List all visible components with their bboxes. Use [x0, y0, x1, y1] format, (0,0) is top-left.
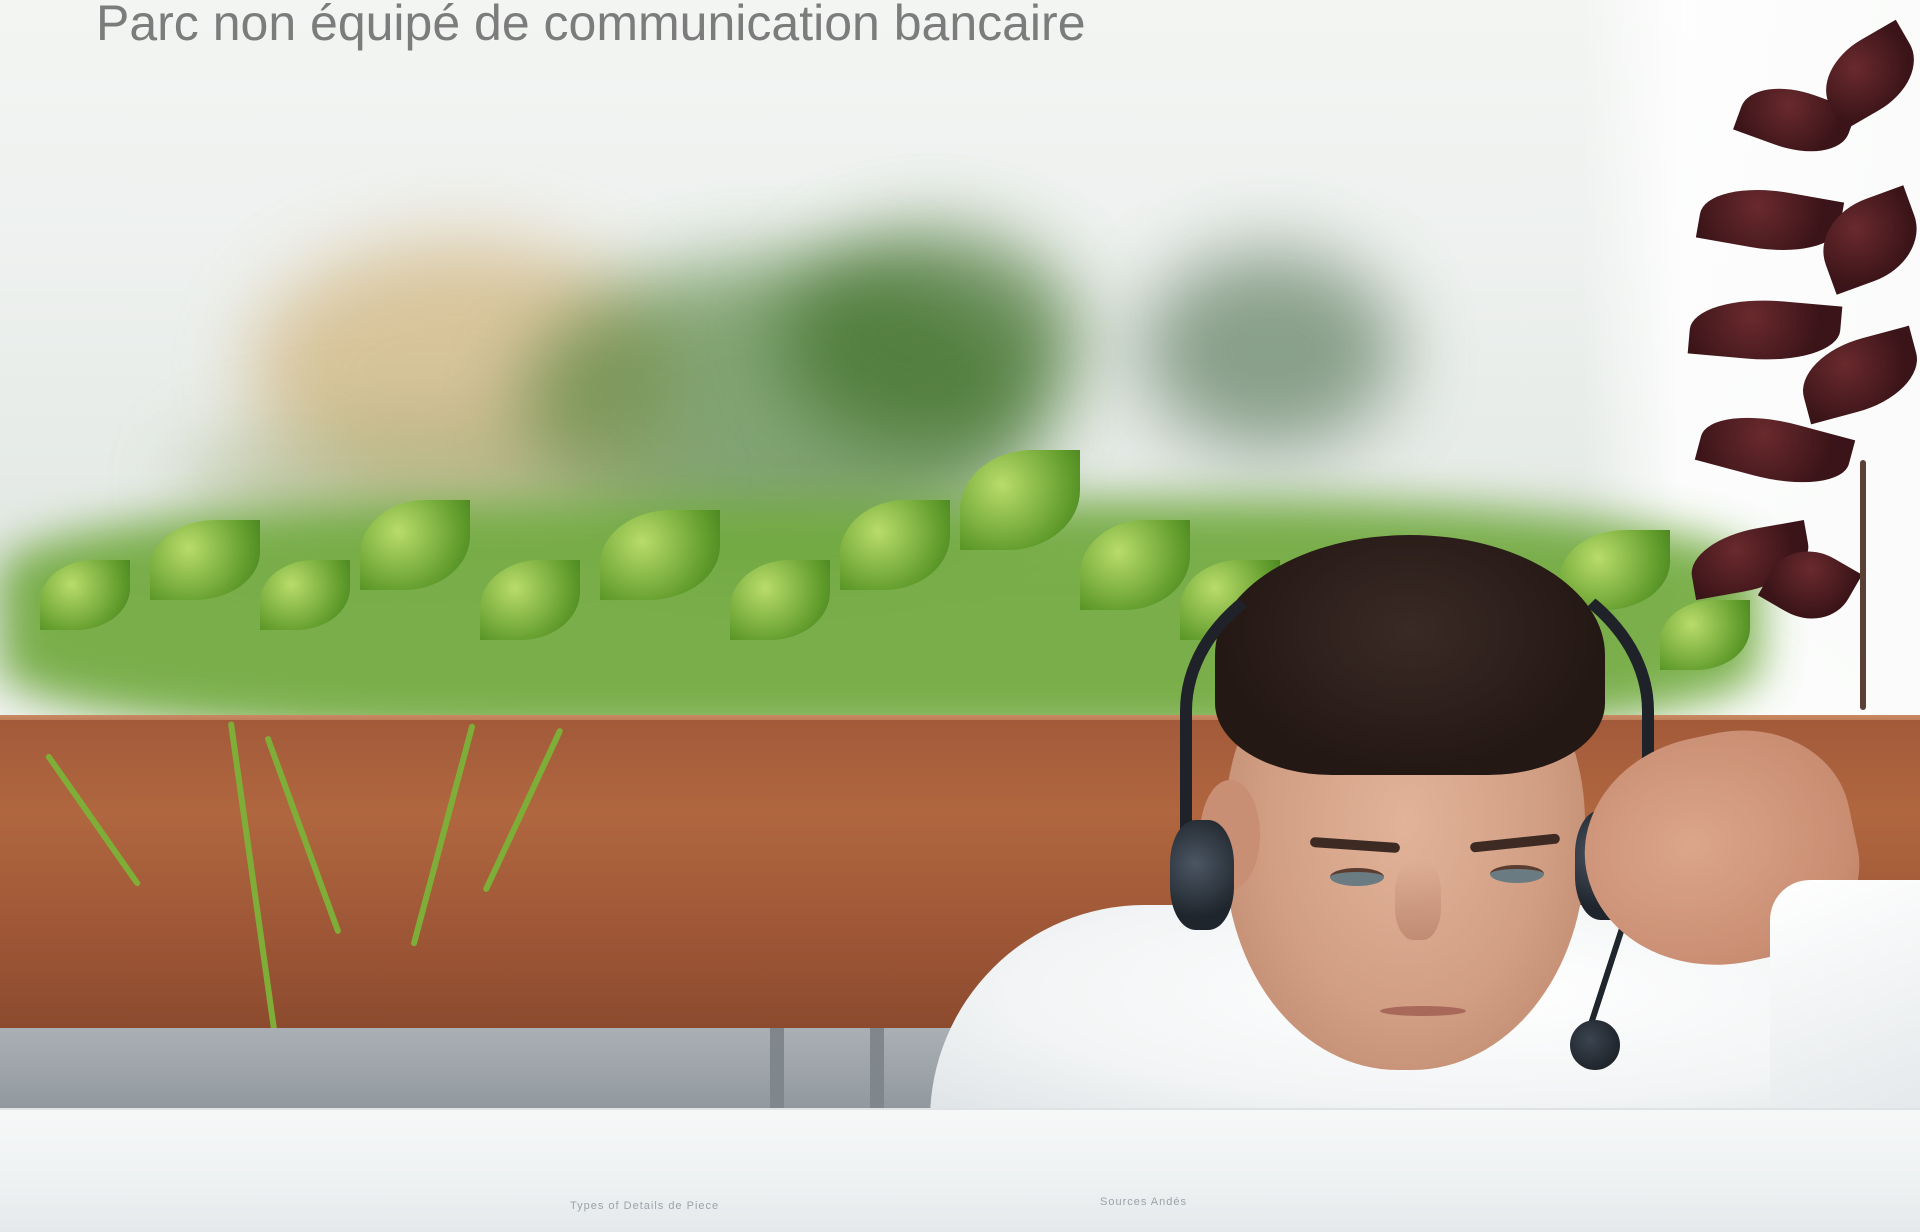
plant-stem	[1860, 460, 1866, 710]
monitor-text-right: Sources Andés	[1100, 1196, 1187, 1208]
headset-earcup-icon	[1170, 820, 1234, 930]
person-mouth	[1380, 1006, 1466, 1016]
slide-title: Parc non équipé de communication bancair…	[96, 0, 1086, 51]
monitor-edge: Types of Details de Piece Sources Andés	[0, 1108, 1920, 1232]
blurred-foliage	[1140, 250, 1400, 450]
monitor-text-left: Types of Details de Piece	[570, 1200, 720, 1212]
cubicle-seam	[870, 1028, 884, 1114]
blurred-foliage	[780, 230, 1080, 450]
person-sleeve	[1770, 880, 1920, 1120]
slide: Types of Details de Piece Sources Andés …	[0, 0, 1920, 1232]
cubicle-seam	[770, 1028, 784, 1114]
headset-mic-icon	[1570, 1020, 1620, 1070]
